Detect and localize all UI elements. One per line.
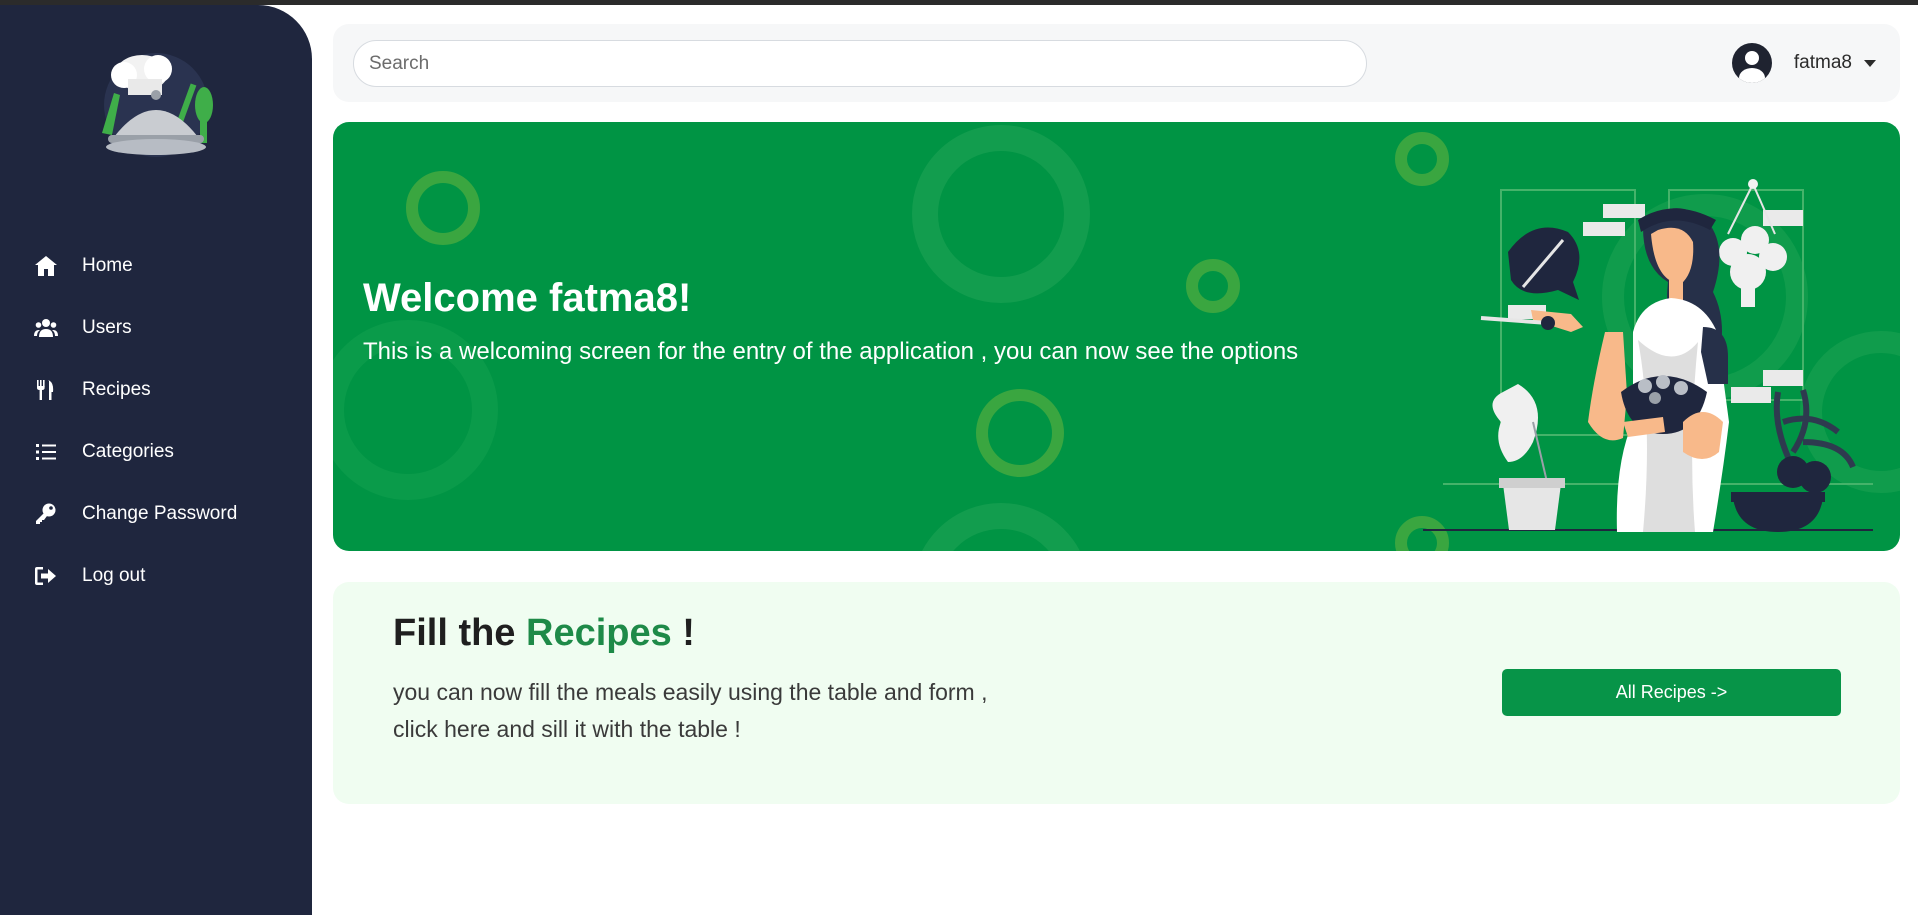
sidebar-item-home[interactable]: Home — [0, 235, 312, 297]
home-icon — [34, 254, 62, 278]
welcome-banner: Welcome fatma8! This is a welcoming scre… — [333, 122, 1900, 551]
top-navbar: fatma8 — [333, 24, 1900, 102]
sidebar-item-categories[interactable]: Categories — [0, 421, 312, 483]
all-recipes-button[interactable]: All Recipes -> — [1502, 669, 1841, 716]
user-avatar-icon — [1731, 43, 1772, 83]
welcome-subtitle: This is a welcoming screen for the entry… — [363, 338, 1299, 365]
user-menu-dropdown[interactable]: fatma8 — [1731, 42, 1876, 84]
chef-woman-illustration — [1423, 179, 1873, 532]
list-icon — [34, 440, 62, 464]
sidebar-item-label: Categories — [82, 441, 174, 462]
sidebar-item-change-password[interactable]: Change Password — [0, 483, 312, 545]
sidebar-item-label: Recipes — [82, 379, 151, 400]
sidebar-item-label: Users — [82, 317, 132, 338]
sidebar-item-label: Home — [82, 255, 133, 276]
search-input[interactable] — [353, 40, 1367, 87]
fill-title-highlight: Recipes — [526, 612, 672, 654]
sidebar-item-label: Change Password — [82, 503, 238, 524]
sidebar-item-users[interactable]: Users — [0, 297, 312, 359]
sidebar: Home Users Recipes Categories Change Pas… — [0, 5, 312, 915]
user-name: fatma8 — [1793, 52, 1852, 73]
fill-description-line-2: click here and sill it with the table ! — [393, 716, 741, 742]
fill-title-prefix: Fill the — [393, 612, 526, 654]
sidebar-item-recipes[interactable]: Recipes — [0, 359, 312, 421]
key-icon — [34, 502, 62, 526]
sidebar-item-logout[interactable]: Log out — [0, 545, 312, 607]
app-logo[interactable] — [84, 43, 228, 161]
fill-title-suffix: ! — [671, 612, 695, 654]
fill-description-line-1: you can now fill the meals easily using … — [393, 679, 988, 705]
sidebar-item-label: Log out — [82, 565, 146, 586]
welcome-title: Welcome fatma8! — [363, 276, 692, 320]
utensils-icon — [34, 378, 62, 402]
logout-icon — [34, 564, 62, 588]
fill-recipes-description: you can now fill the meals easily using … — [393, 674, 988, 748]
fill-recipes-title: Fill the Recipes ! — [393, 612, 695, 655]
sidebar-nav: Home Users Recipes Categories Change Pas… — [0, 235, 312, 607]
users-icon — [34, 316, 62, 340]
caret-down-icon — [1864, 59, 1876, 67]
fill-recipes-card: Fill the Recipes ! you can now fill the … — [333, 582, 1900, 804]
window-top-border — [0, 0, 1918, 5]
